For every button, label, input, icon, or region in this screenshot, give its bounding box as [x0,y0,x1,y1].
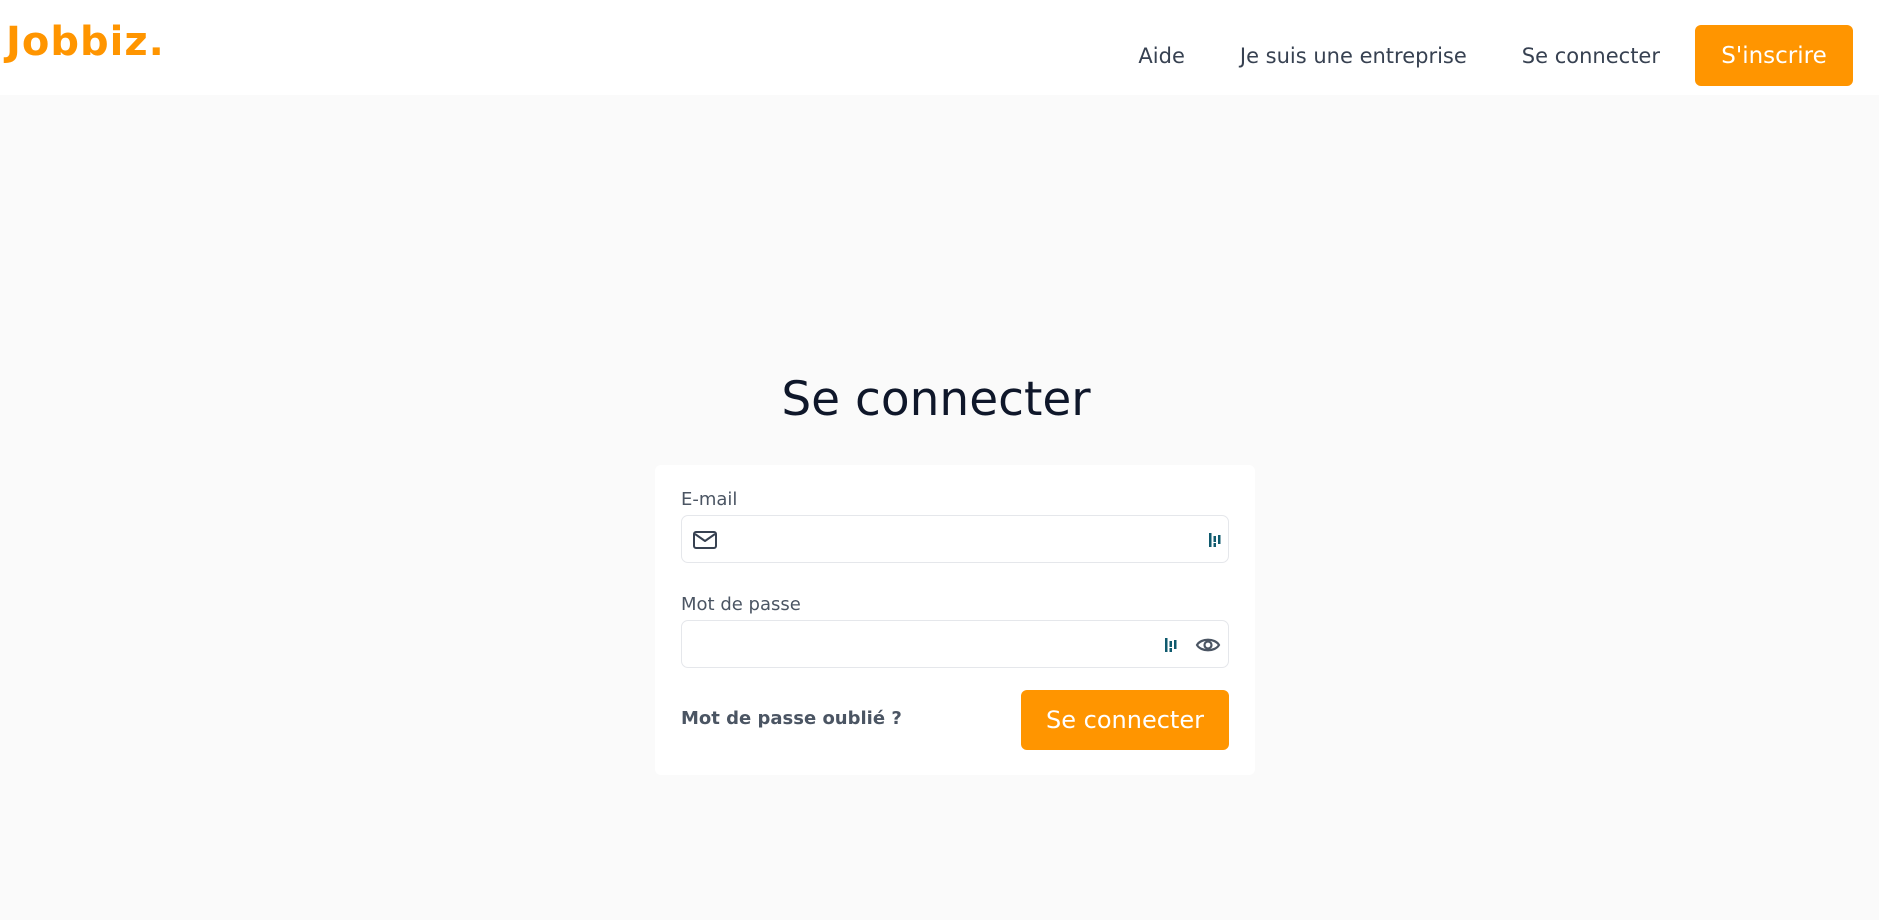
eye-icon[interactable] [1194,632,1222,658]
nav-link-company[interactable]: Je suis une entreprise [1240,44,1467,68]
page-title: Se connecter [781,372,1091,427]
jobbiz-logo[interactable]: Jobbiz. [6,18,165,66]
nav-link-login[interactable]: Se connecter [1522,44,1660,68]
password-input[interactable] [696,621,1140,669]
password-manager-icon[interactable] [1164,636,1178,654]
login-form-card: E-mail Mot de passe Mot de passe oublié … [655,465,1255,775]
main-nav: Aide Je suis une entreprise Se connecter… [1138,25,1879,86]
email-input[interactable] [728,516,1172,564]
password-manager-icon[interactable] [1208,531,1222,549]
email-field-wrapper [681,515,1229,564]
password-field-wrapper [681,620,1229,669]
password-label: Mot de passe [681,594,801,615]
login-submit-button[interactable]: Se connecter [1021,690,1229,750]
nav-link-help[interactable]: Aide [1138,44,1184,68]
forgot-password-link[interactable]: Mot de passe oublié ? [681,708,902,729]
signup-button[interactable]: S'inscrire [1695,25,1853,86]
top-navigation-bar: Jobbiz. Aide Je suis une entreprise Se c… [0,0,1879,95]
email-label: E-mail [681,489,738,510]
mail-icon [693,531,717,549]
